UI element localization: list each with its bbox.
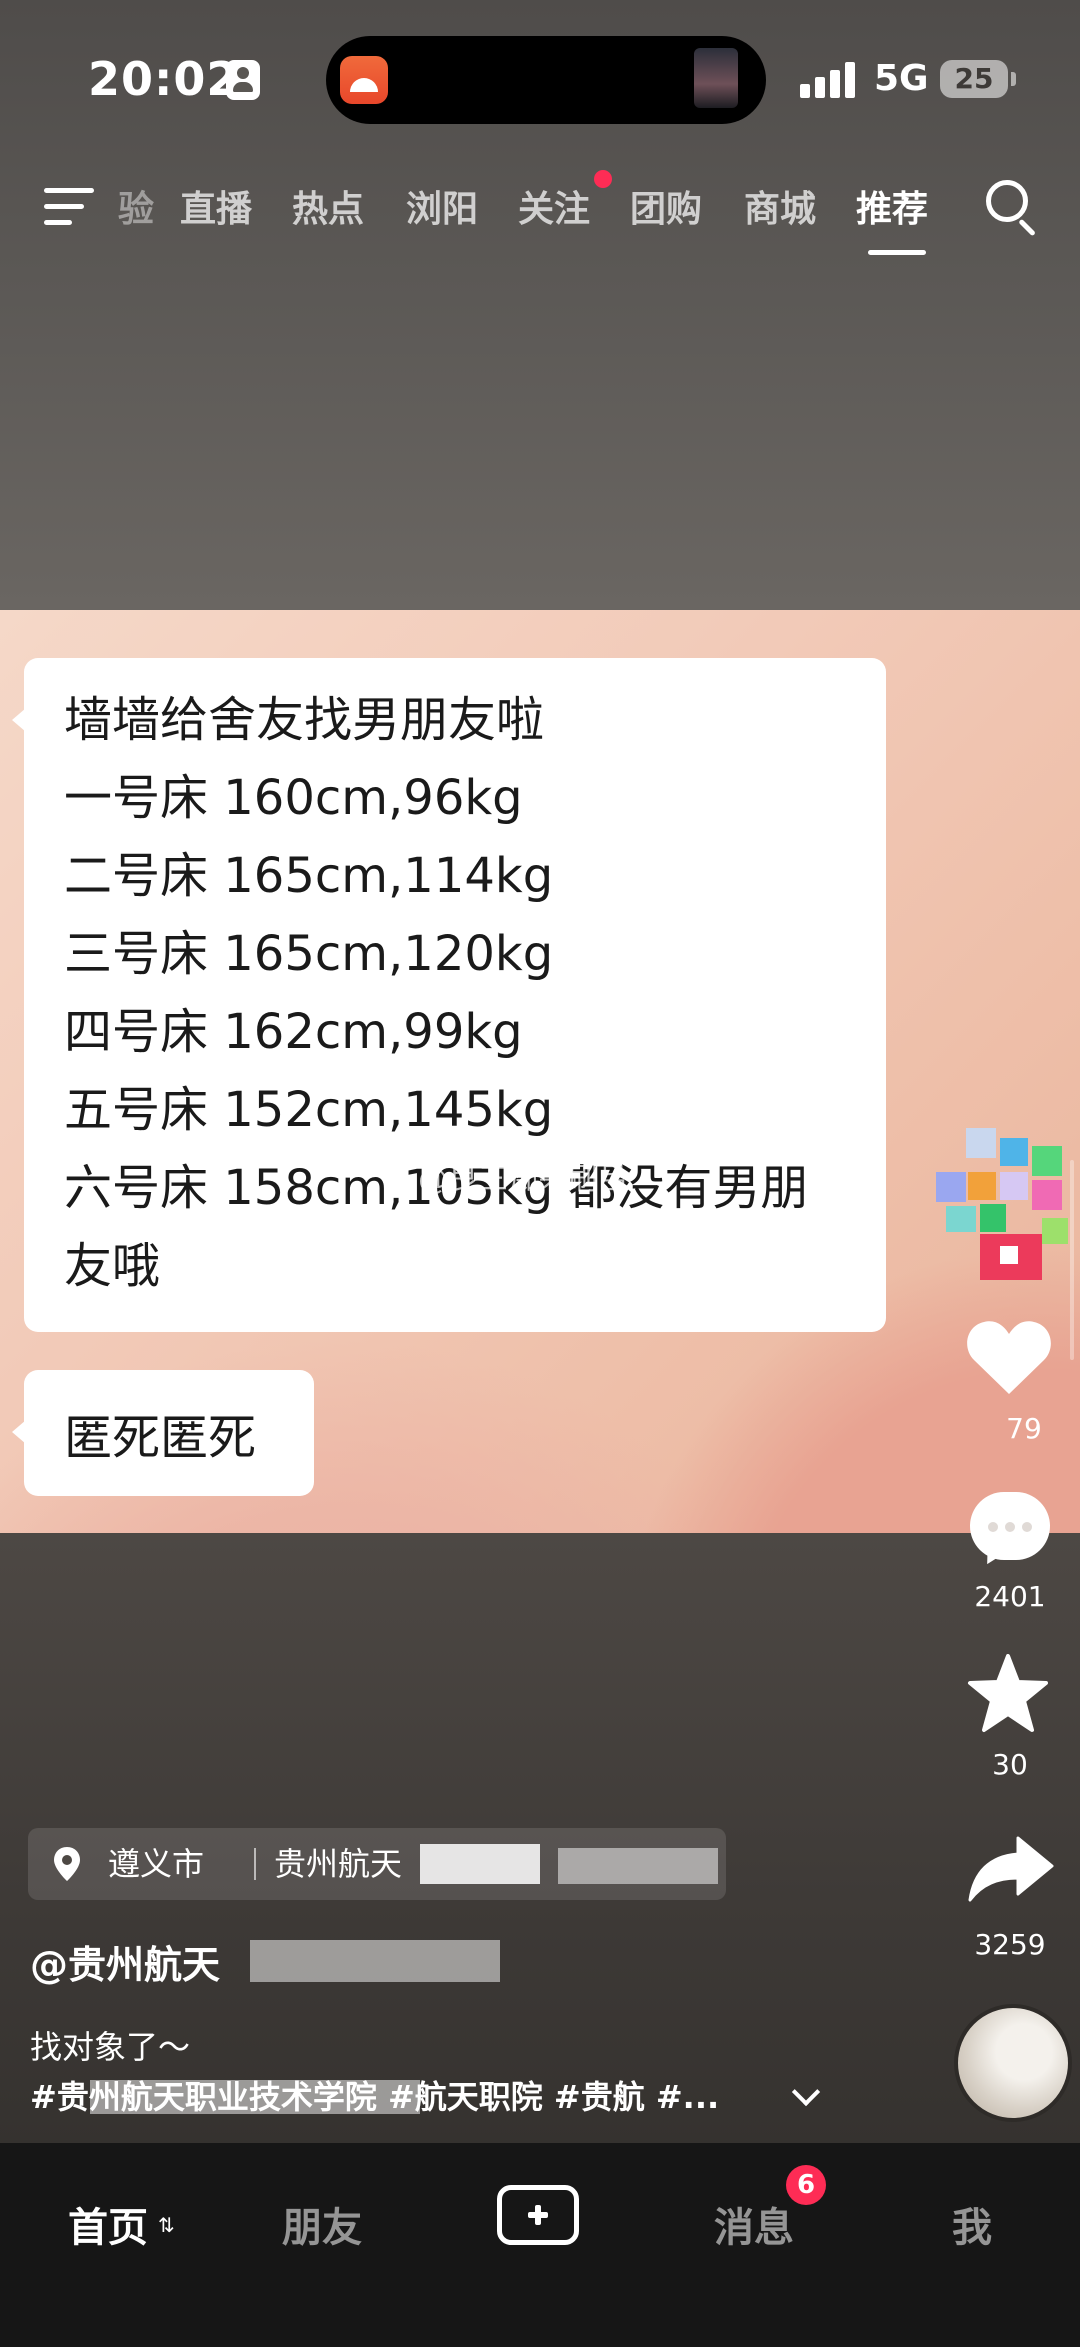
live-activity-app-icon	[340, 56, 388, 104]
mosaic-redaction	[558, 1848, 718, 1884]
comment-icon[interactable]	[970, 1492, 1050, 1560]
favorite-count: 30	[992, 1748, 1028, 1781]
like-count: 79	[1006, 1412, 1042, 1445]
message-line: 四号床 162cm,99kg	[64, 1004, 523, 1060]
reply-text: 匿死匿死	[64, 1410, 257, 1466]
tab-group-buy[interactable]: 团购	[630, 180, 702, 232]
tab-me[interactable]: 我	[952, 2195, 992, 2253]
tab-hot[interactable]: 热点	[292, 180, 364, 232]
menu-icon[interactable]	[44, 188, 94, 228]
author-handle[interactable]: @贵州航天	[30, 1934, 220, 1989]
message-line: 友哦	[64, 1238, 161, 1294]
message-line: 三号床 165cm,120kg	[64, 926, 554, 982]
creator-avatar[interactable]	[936, 1128, 1074, 1280]
messages-badge: 6	[786, 2165, 826, 2205]
contact-card-icon	[226, 60, 260, 100]
tab-following[interactable]: 关注	[518, 180, 590, 232]
location-pin-icon	[54, 1847, 80, 1881]
status-time: 20:02	[88, 52, 240, 106]
location-place: 贵州航天	[274, 1845, 403, 1883]
active-tab-indicator	[868, 250, 926, 255]
location-city: 遵义市	[108, 1845, 205, 1883]
refresh-icon: ⇅	[158, 2213, 175, 2237]
message-line: 五号床 152cm,145kg	[64, 1082, 554, 1138]
music-disc-avatar[interactable]	[954, 2004, 1072, 2122]
tab-local[interactable]: 浏阳	[406, 180, 478, 232]
share-count: 3259	[974, 1928, 1046, 1961]
tab-home[interactable]: 首页	[68, 2195, 148, 2253]
chat-bubble-message: 墙墙给舍友找男朋友啦 一号床 160cm,96kg 二号床 165cm,114k…	[12, 658, 886, 1332]
tab-recommend[interactable]: 推荐	[856, 180, 928, 232]
watermark: @良三痴呆刷吕	[418, 1162, 628, 1197]
mosaic-redaction	[250, 1940, 500, 1982]
location-tag[interactable]: 遵义市 贵州航天	[28, 1828, 726, 1900]
network-type: 5G	[874, 58, 929, 99]
tab-friends[interactable]: 朋友	[282, 2195, 362, 2253]
video-caption: 找对象了～	[30, 2028, 191, 2066]
dynamic-island[interactable]	[326, 36, 766, 124]
share-arrow-icon[interactable]	[968, 1836, 1054, 1902]
comment-count: 2401	[974, 1580, 1046, 1613]
mosaic-redaction	[90, 2080, 420, 2114]
tab-live[interactable]: 直播	[180, 180, 252, 232]
media-thumbnail-icon	[694, 48, 738, 108]
battery-icon: 25	[940, 60, 1016, 98]
signal-strength-icon	[800, 62, 860, 98]
like-heart-icon[interactable]	[966, 1318, 1052, 1398]
search-icon[interactable]	[986, 180, 1040, 234]
mosaic-redaction	[420, 1844, 540, 1884]
following-notification-dot	[594, 170, 612, 188]
message-line: 二号床 165cm,114kg	[64, 848, 554, 904]
chat-bubble-reply: 匿死匿死	[12, 1370, 314, 1496]
tab-partial[interactable]: 验	[118, 180, 154, 232]
bottom-tab-bar: 首页 ⇅ 朋友 消息 6 我	[0, 2143, 1080, 2347]
create-post-button[interactable]	[497, 2185, 579, 2245]
tab-messages[interactable]: 消息	[714, 2195, 794, 2253]
message-line: 墙墙给舍友找男朋友啦	[64, 692, 545, 748]
location-divider	[254, 1848, 256, 1880]
message-line: 一号床 160cm,96kg	[64, 770, 523, 826]
tab-mall[interactable]: 商城	[744, 180, 816, 232]
favorite-star-icon[interactable]	[966, 1654, 1050, 1734]
